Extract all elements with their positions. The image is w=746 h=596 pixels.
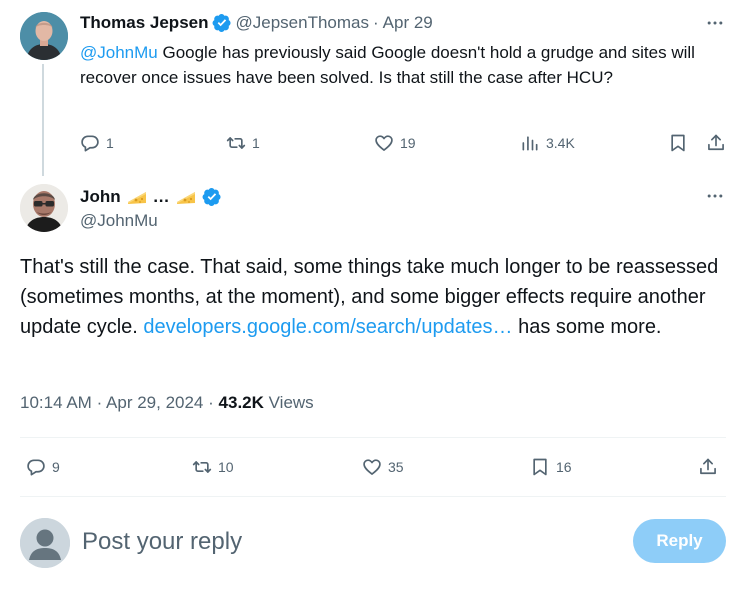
bookmark-button[interactable]: 16 <box>530 455 572 479</box>
verified-badge-icon[interactable] <box>212 13 232 33</box>
like-button[interactable]: 35 <box>362 455 404 479</box>
repost-icon <box>192 461 212 473</box>
cheese-emoji-icon <box>127 189 147 205</box>
views-count: 43.2K <box>218 393 264 412</box>
main-author-handle[interactable]: @JohnMu <box>80 211 158 231</box>
heart-icon <box>375 135 393 151</box>
tweet-time[interactable]: 10:14 AM <box>20 393 92 412</box>
header-separator: · <box>373 13 379 32</box>
main-tweet-text: That's still the case. That said, some t… <box>20 252 720 342</box>
parent-author-name[interactable]: Thomas Jepsen <box>80 13 209 33</box>
meta-separator: · <box>96 393 103 412</box>
parent-author-avatar[interactable] <box>20 12 68 60</box>
parent-tweet-text: @JohnMu Google has previously said Googl… <box>80 40 720 90</box>
parent-view-count: 3.4K <box>546 135 575 151</box>
reply-icon <box>27 459 45 476</box>
main-tweet-body-end: has some more. <box>512 316 662 338</box>
parent-tweet-header: Thomas Jepsen @JepsenThomas · Apr 29 <box>80 12 433 34</box>
current-user-avatar[interactable] <box>20 518 70 568</box>
bookmark-count: 16 <box>556 459 572 475</box>
parent-like-count: 19 <box>400 135 416 151</box>
cheese-emoji-icon <box>176 189 196 205</box>
reply-submit-button[interactable]: Reply <box>633 519 726 563</box>
heart-icon <box>363 459 381 475</box>
main-author-name-ellipsis: … <box>152 187 170 206</box>
parent-repost-count: 1 <box>252 135 260 151</box>
tweet-date[interactable]: Apr 29, 2024 <box>106 393 203 412</box>
parent-bookmark-button[interactable] <box>668 132 688 154</box>
parent-tweet-body: Google has previously said Google doesn'… <box>80 43 695 87</box>
reply-count: 9 <box>52 459 60 475</box>
mention-link[interactable]: @JohnMu <box>80 43 158 62</box>
main-author-avatar[interactable] <box>20 184 68 232</box>
share-button[interactable] <box>698 455 718 479</box>
parent-reply-button[interactable]: 1 <box>80 132 114 154</box>
views-chart-icon <box>522 136 538 151</box>
external-link[interactable]: developers.google.com/search/updates… <box>143 316 512 338</box>
main-tweet-meta: 10:14 AM · Apr 29, 2024 · 43.2K Views <box>20 393 314 413</box>
repost-count: 10 <box>218 459 234 475</box>
reply-button[interactable]: 9 <box>26 455 60 479</box>
parent-views-button[interactable]: 3.4K <box>520 132 575 154</box>
views-label: Views <box>268 393 314 412</box>
verified-badge-icon[interactable] <box>202 187 222 207</box>
bookmark-icon <box>533 458 547 476</box>
divider <box>20 437 726 438</box>
share-icon <box>700 458 716 475</box>
share-icon <box>708 134 724 151</box>
parent-like-button[interactable]: 19 <box>374 132 416 154</box>
bookmark-icon <box>671 134 685 152</box>
more-dots-icon[interactable] <box>704 185 726 207</box>
parent-reply-count: 1 <box>106 135 114 151</box>
parent-repost-button[interactable]: 1 <box>226 132 260 154</box>
parent-author-handle[interactable]: @JepsenThomas <box>236 13 370 33</box>
thread-connector-line <box>42 64 44 176</box>
main-author-name[interactable]: John … <box>80 185 226 209</box>
reply-input[interactable] <box>82 527 602 557</box>
meta-separator: · <box>208 393 214 412</box>
main-author-name-first: John <box>80 187 121 206</box>
more-dots-icon[interactable] <box>704 12 726 34</box>
parent-share-button[interactable] <box>706 132 726 154</box>
parent-tweet-date[interactable]: Apr 29 <box>383 13 433 33</box>
repost-button[interactable]: 10 <box>192 455 234 479</box>
divider <box>20 496 726 497</box>
reply-icon <box>81 135 99 152</box>
like-count: 35 <box>388 459 404 475</box>
repost-icon <box>226 137 246 149</box>
